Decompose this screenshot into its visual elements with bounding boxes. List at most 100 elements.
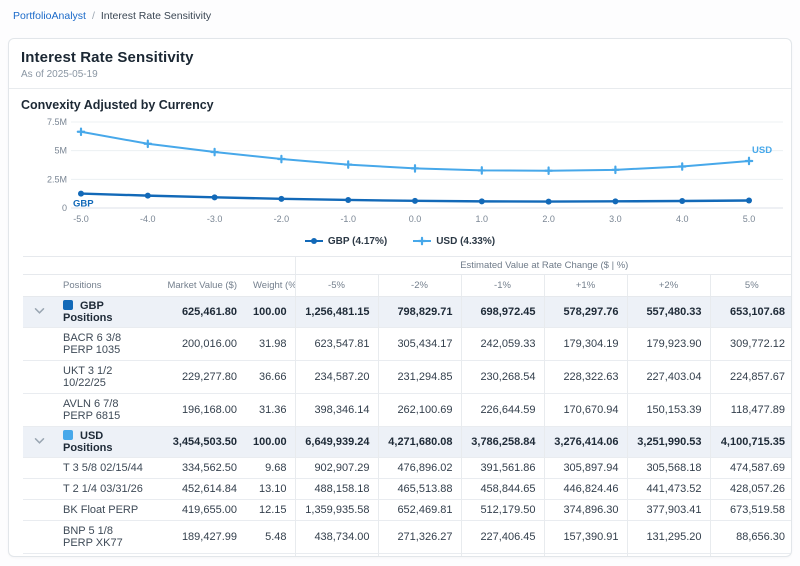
data-point-gbp[interactable] — [212, 194, 218, 200]
weight-cell: 100.00 — [245, 427, 295, 458]
expander-cell — [23, 394, 55, 427]
legend-marker-icon — [305, 236, 323, 246]
weight-cell: 38.92 — [245, 554, 295, 558]
estimated-value-cell: 391,561.86 — [461, 458, 544, 479]
estimated-value-cell: 226,644.59 — [461, 394, 544, 427]
chevron-down-icon[interactable] — [34, 307, 45, 315]
estimated-value-cell: 465,513.88 — [378, 479, 461, 500]
column-header-weight: Weight (%) — [245, 275, 295, 297]
data-point-gbp[interactable] — [412, 198, 418, 204]
estimated-value-cell: 488,158.18 — [295, 479, 378, 500]
group-row[interactable]: USD Positions3,454,503.50100.006,649,939… — [23, 427, 792, 458]
chart-legend: GBP (4.17%) USD (4.33%) — [17, 232, 783, 250]
weight-cell: 9.68 — [245, 458, 295, 479]
estimated-value-cell: 157,390.91 — [544, 521, 627, 554]
estimated-value-cell: 227,403.04 — [627, 361, 710, 394]
estimated-value-cell: 476,896.02 — [378, 458, 461, 479]
data-point-usd[interactable] — [412, 165, 418, 171]
expander-cell — [23, 458, 55, 479]
data-point-usd[interactable] — [211, 149, 217, 155]
data-point-gbp[interactable] — [746, 198, 752, 204]
estimated-value-cell: 1,358,629.41 — [295, 554, 378, 558]
data-point-usd[interactable] — [345, 161, 351, 167]
report-header: Interest Rate Sensitivity As of 2025-05-… — [9, 39, 791, 89]
estimated-value-cell: 231,294.85 — [378, 361, 461, 394]
estimated-value-cell: 262,100.69 — [378, 394, 461, 427]
estimated-value-cell: 4,271,680.08 — [378, 427, 461, 458]
x-axis-tick-label: -2.0 — [274, 214, 290, 224]
data-point-usd[interactable] — [679, 163, 685, 169]
position-label-cell: BNP 5 1/8 PERP XK77 — [55, 521, 153, 554]
group-header-spacer — [23, 257, 295, 275]
estimated-value-cell: 474,587.69 — [710, 458, 792, 479]
market-value-cell: 1,344,363.99 — [153, 554, 245, 558]
position-label-cell: UKT 3 1/2 10/22/25 — [55, 361, 153, 394]
data-point-gbp[interactable] — [345, 197, 351, 203]
legend-label: USD (4.33%) — [436, 236, 495, 247]
data-point-gbp[interactable] — [278, 196, 284, 202]
data-point-gbp[interactable] — [78, 191, 84, 197]
legend-label: GBP (4.17%) — [328, 236, 387, 247]
position-label-cell: AVLN 6 7/8 PERP 6815 — [55, 394, 153, 427]
weight-cell: 31.98 — [245, 328, 295, 361]
x-axis-tick-label: -1.0 — [340, 214, 356, 224]
estimated-value-cell: 1,339,172.17 — [627, 554, 710, 558]
estimated-value-cell: 179,923.90 — [627, 328, 710, 361]
x-axis-tick-label: 1.0 — [476, 214, 489, 224]
page-title: Interest Rate Sensitivity — [21, 49, 779, 66]
x-axis-tick-label: 4.0 — [676, 214, 689, 224]
estimated-value-cell: 1,341,731.34 — [544, 554, 627, 558]
estimated-value-cell: 227,406.45 — [461, 521, 544, 554]
y-axis-tick-label: 2.5M — [47, 174, 67, 184]
data-point-usd[interactable] — [78, 129, 84, 135]
market-value-cell: 229,277.80 — [153, 361, 245, 394]
x-axis-tick-label: -3.0 — [207, 214, 223, 224]
group-row[interactable]: GBP Positions625,461.80100.001,256,481.1… — [23, 297, 792, 328]
estimated-value-cell: 3,251,990.53 — [627, 427, 710, 458]
estimated-value-cell: 131,295.20 — [627, 521, 710, 554]
data-point-gbp[interactable] — [546, 199, 552, 205]
column-header-market-value: Market Value ($) — [153, 275, 245, 297]
data-point-usd[interactable] — [545, 168, 551, 174]
estimated-value-cell: 428,057.26 — [710, 479, 792, 500]
group-label-cell: GBP Positions — [55, 297, 153, 328]
currency-swatch-icon — [63, 430, 73, 440]
estimated-value-cell: 1,256,481.15 — [295, 297, 378, 328]
estimated-value-cell: 305,568.18 — [627, 458, 710, 479]
estimated-value-cell: 224,857.67 — [710, 361, 792, 394]
breadcrumb-current: Interest Rate Sensitivity — [101, 10, 211, 22]
data-point-usd[interactable] — [612, 167, 618, 173]
estimated-value-cell: 305,897.94 — [544, 458, 627, 479]
position-label-cell: BK Float PERP — [55, 500, 153, 521]
estimated-value-cell: 446,824.46 — [544, 479, 627, 500]
data-point-gbp[interactable] — [679, 198, 685, 204]
data-point-usd[interactable] — [746, 158, 752, 164]
convexity-line-chart: 02.5M5M7.5M-5.0-4.0-3.0-2.0-1.00.01.02.0… — [17, 116, 787, 226]
legend-item-gbp[interactable]: GBP (4.17%) — [305, 236, 387, 247]
legend-item-usd[interactable]: USD (4.33%) — [413, 236, 495, 247]
column-header-2: -2% — [378, 275, 461, 297]
x-axis-tick-label: 5.0 — [743, 214, 756, 224]
position-row: T 3 5/8 02/15/44334,562.509.68902,907.29… — [23, 458, 792, 479]
market-value-cell: 625,461.80 — [153, 297, 245, 328]
x-axis-tick-label: 2.0 — [542, 214, 555, 224]
estimated-value-cell: 398,346.14 — [295, 394, 378, 427]
data-point-usd[interactable] — [145, 141, 151, 147]
currency-swatch-icon — [63, 300, 73, 310]
column-header-row: PositionsMarket Value ($)Weight (%)-5%-2… — [23, 275, 792, 297]
data-point-gbp[interactable] — [145, 193, 151, 199]
market-value-cell: 452,614.84 — [153, 479, 245, 500]
data-point-usd[interactable] — [278, 156, 284, 162]
estimated-value-cell: 652,469.81 — [378, 500, 461, 521]
estimated-value-cell: 234,587.20 — [295, 361, 378, 394]
column-header-5: 5% — [710, 275, 792, 297]
data-point-gbp[interactable] — [612, 198, 618, 204]
data-point-usd[interactable] — [479, 167, 485, 173]
chevron-down-icon[interactable] — [34, 437, 45, 445]
series-label-gbp: GBP — [73, 199, 94, 210]
breadcrumb-link-portfolioanalyst[interactable]: PortfolioAnalyst — [13, 10, 86, 22]
column-header-positions: Positions — [55, 275, 153, 297]
data-point-gbp[interactable] — [479, 198, 485, 204]
market-value-cell: 189,427.99 — [153, 521, 245, 554]
chart-area: 02.5M5M7.5M-5.0-4.0-3.0-2.0-1.00.01.02.0… — [9, 114, 791, 250]
